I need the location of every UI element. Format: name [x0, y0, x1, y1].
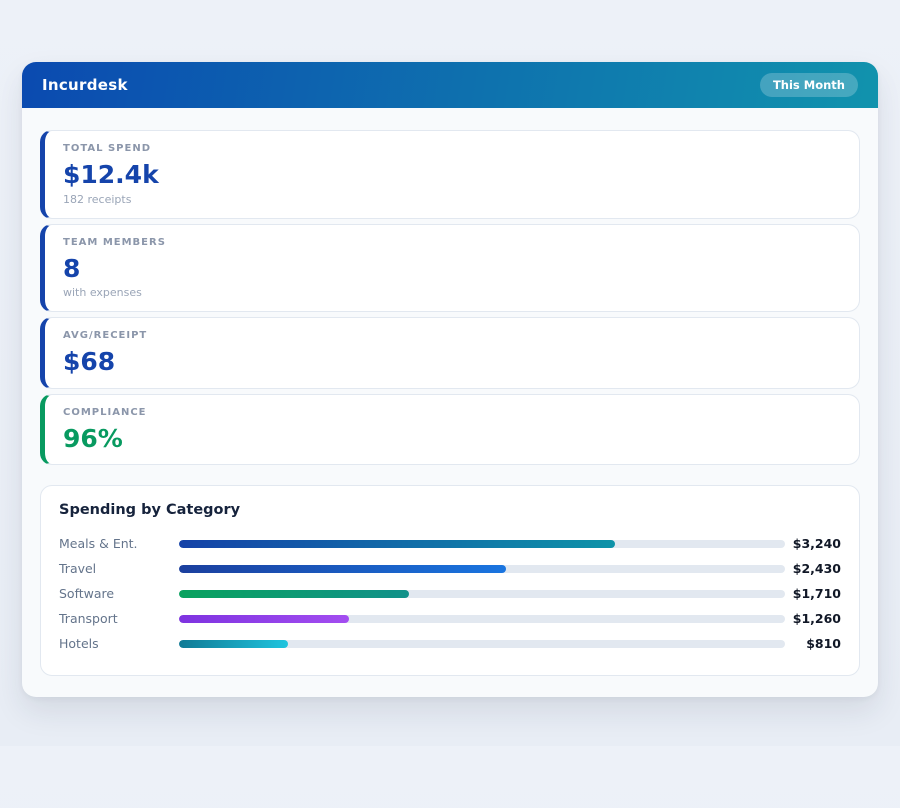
bar-fill-software	[179, 590, 409, 598]
app-title: Incurdesk	[42, 76, 128, 94]
spending-by-category-chart: Spending by Category Meals & Ent. $3,240…	[40, 485, 860, 676]
stat-card-team-members: TEAM MEMBERS 8 with expenses	[40, 224, 860, 313]
category-value: $3,240	[785, 536, 841, 551]
category-label: Software	[59, 586, 179, 601]
chart-row-transport: Transport $1,260	[59, 606, 841, 631]
bar-fill-meals	[179, 540, 615, 548]
dashboard-panel: Incurdesk This Month TOTAL SPEND $12.4k …	[22, 62, 878, 697]
panel-body: TOTAL SPEND $12.4k 182 receipts TEAM MEM…	[22, 108, 878, 697]
category-value: $1,710	[785, 586, 841, 601]
bar-fill-transport	[179, 615, 349, 623]
chart-row-hotels: Hotels $810	[59, 631, 841, 656]
stat-card-total-spend: TOTAL SPEND $12.4k 182 receipts	[40, 130, 860, 219]
bar-track	[179, 615, 785, 623]
stat-value: $68	[63, 348, 841, 376]
stat-card-avg-receipt: AVG/RECEIPT $68	[40, 317, 860, 389]
category-value: $1,260	[785, 611, 841, 626]
bar-fill-hotels	[179, 640, 288, 648]
stat-label: COMPLIANCE	[63, 407, 841, 418]
app-header: Incurdesk This Month	[22, 62, 878, 108]
bar-fill-travel	[179, 565, 506, 573]
chart-title: Spending by Category	[59, 502, 841, 518]
stat-subtext: with expenses	[63, 286, 841, 299]
category-value: $810	[785, 636, 841, 651]
stat-card-compliance: COMPLIANCE 96%	[40, 394, 860, 466]
bar-track	[179, 640, 785, 648]
stat-label: TEAM MEMBERS	[63, 237, 841, 248]
category-label: Hotels	[59, 636, 179, 651]
category-label: Meals & Ent.	[59, 536, 179, 551]
stat-value: 96%	[63, 425, 841, 453]
category-label: Transport	[59, 611, 179, 626]
stat-label: AVG/RECEIPT	[63, 330, 841, 341]
stat-label: TOTAL SPEND	[63, 143, 841, 154]
category-value: $2,430	[785, 561, 841, 576]
category-label: Travel	[59, 561, 179, 576]
period-selector-badge[interactable]: This Month	[760, 73, 858, 97]
bar-track	[179, 590, 785, 598]
stat-subtext: 182 receipts	[63, 193, 841, 206]
chart-row-travel: Travel $2,430	[59, 556, 841, 581]
stat-value: 8	[63, 255, 841, 283]
chart-row-software: Software $1,710	[59, 581, 841, 606]
chart-row-meals: Meals & Ent. $3,240	[59, 531, 841, 556]
stat-value: $12.4k	[63, 161, 841, 189]
bar-track	[179, 540, 785, 548]
bar-track	[179, 565, 785, 573]
